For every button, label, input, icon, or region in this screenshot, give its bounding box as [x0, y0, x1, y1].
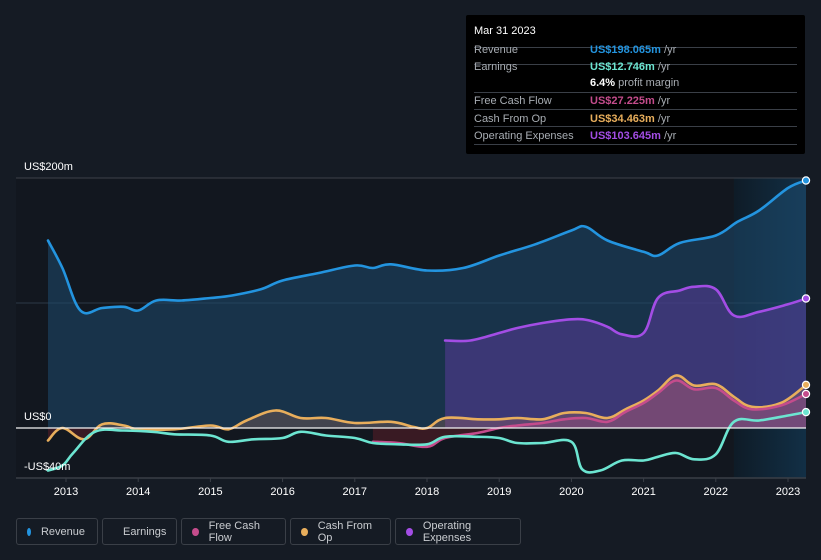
revenue-dot-icon: [27, 527, 31, 536]
tooltip-label: Cash From Op: [474, 113, 547, 125]
tooltip-value: US$27.225m: [590, 95, 655, 107]
operating-expenses-dot-icon: [406, 527, 413, 536]
profit-margin-value: 6.4%: [590, 77, 616, 89]
tooltip-row-revenue: Revenue US$198.065m /yr: [466, 41, 805, 58]
tooltip-label: Operating Expenses: [474, 130, 574, 142]
x-tick-label: 2018: [415, 486, 439, 498]
x-tick-label: 2023: [776, 486, 800, 498]
tooltip-value: US$12.746m: [590, 61, 655, 73]
legend-item-earnings[interactable]: Earnings: [102, 518, 177, 545]
tooltip-date: Mar 31 2023: [474, 25, 536, 37]
tooltip-unit: /yr: [657, 95, 671, 107]
tooltip-unit: /yr: [664, 44, 677, 56]
legend-label: Free Cash Flow: [208, 519, 260, 544]
tooltip-label: Free Cash Flow: [474, 95, 552, 107]
x-tick-label: 2019: [487, 486, 511, 498]
y-tick-label: US$200m: [24, 161, 73, 173]
tooltip-divider: [474, 144, 797, 145]
cash-from-op-dot-icon: [301, 527, 308, 536]
tooltip-row-free-cash-flow: Free Cash Flow US$27.225m /yr: [466, 92, 805, 109]
x-tick-label: 2021: [631, 486, 655, 498]
x-tick-label: 2014: [126, 486, 150, 498]
x-tick-label: 2015: [198, 486, 222, 498]
tooltip-unit: /yr: [657, 113, 671, 125]
legend-item-operating-expenses[interactable]: Operating Expenses: [395, 518, 521, 545]
tooltip-label: Earnings: [474, 61, 518, 73]
end-marker-operating-expenses[interactable]: [801, 294, 811, 303]
y-tick-label: -US$40m: [24, 461, 70, 473]
legend-label: Operating Expenses: [422, 519, 472, 544]
x-tick-label: 2013: [54, 486, 78, 498]
tooltip-panel: Mar 31 2023 Revenue US$198.065m /yr Earn…: [466, 15, 805, 154]
tooltip-unit: /yr: [657, 61, 671, 73]
y-tick-label: US$0: [24, 411, 52, 423]
legend-label: Cash From Op: [317, 519, 373, 544]
tooltip-label: Revenue: [474, 44, 519, 56]
tooltip-unit: /yr: [664, 130, 677, 142]
end-marker-free-cash-flow[interactable]: [801, 389, 811, 399]
x-tick-label: 2022: [704, 486, 728, 498]
tooltip-row-earnings: Earnings US$12.746m /yr: [466, 58, 805, 75]
legend-label: Earnings: [123, 525, 167, 538]
x-tick-label: 2017: [343, 486, 367, 498]
x-tick-label: 2020: [559, 486, 583, 498]
tooltip-row-cash-from-op: Cash From Op US$34.463m /yr: [466, 110, 805, 127]
legend-label: Revenue: [40, 525, 85, 538]
chart-legend: Revenue Earnings Free Cash Flow Cash Fro…: [16, 518, 521, 545]
x-tick-label: 2016: [270, 486, 294, 498]
legend-item-free-cash-flow[interactable]: Free Cash Flow: [181, 518, 286, 545]
end-marker-earnings[interactable]: [801, 407, 811, 417]
profit-margin-label: profit margin: [618, 77, 680, 89]
free-cash-flow-dot-icon: [192, 527, 199, 536]
tooltip-value: US$198.065m: [590, 44, 661, 56]
legend-item-cash-from-op[interactable]: Cash From Op: [290, 518, 391, 545]
tooltip-profit-margin: 6.4% profit margin: [590, 77, 679, 89]
end-marker-cash-from-op[interactable]: [801, 380, 811, 390]
end-marker-revenue[interactable]: [801, 176, 811, 185]
tooltip-value: US$34.463m: [590, 113, 655, 125]
tooltip-value: US$103.645m: [590, 130, 661, 142]
legend-item-revenue[interactable]: Revenue: [16, 518, 98, 545]
tooltip-row-operating-expenses: Operating Expenses US$103.645m /yr: [466, 127, 805, 144]
